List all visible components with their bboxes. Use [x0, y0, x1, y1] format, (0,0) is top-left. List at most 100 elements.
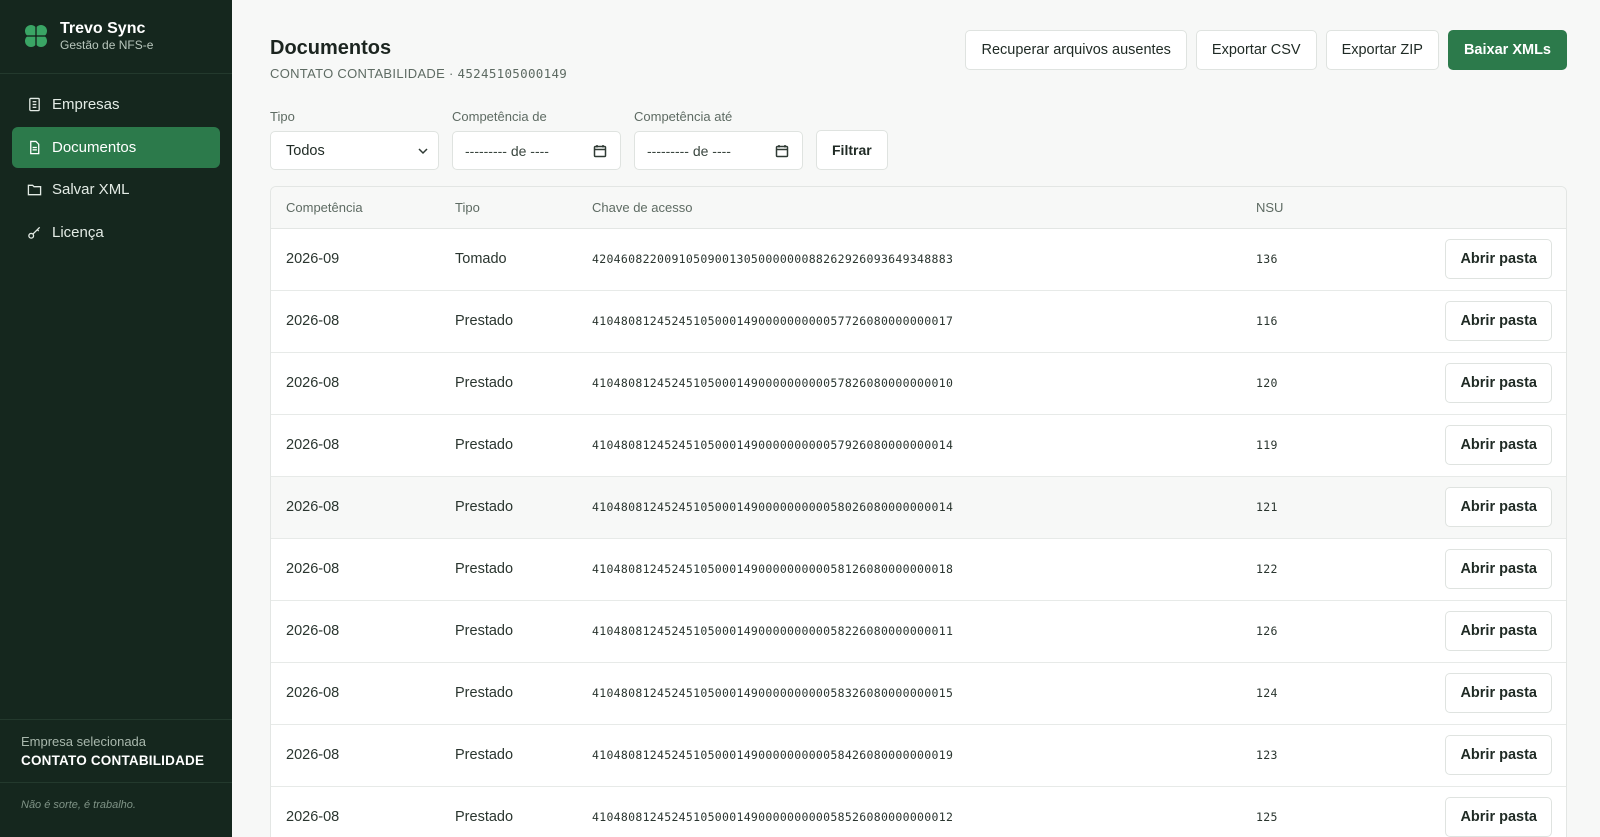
calendar-icon[interactable] — [775, 144, 789, 158]
cell-tipo: Prestado — [440, 352, 577, 415]
cell-competencia: 2026-08 — [271, 724, 440, 787]
sidebar-item-label: Documentos — [52, 138, 137, 156]
cell-actions: Abrir pasta — [1361, 600, 1566, 663]
brand-name: Trevo Sync — [60, 20, 146, 37]
cell-chave: 4104808124524510500014900000000005812608… — [577, 538, 1241, 601]
page-title: Documentos — [270, 37, 392, 59]
table-row[interactable]: 2026-08 Prestado 4104808124524510500014900… — [271, 290, 1566, 353]
cell-nsu: 126 — [1241, 600, 1361, 663]
open-folder-button[interactable]: Abrir pasta — [1445, 735, 1552, 775]
open-folder-button[interactable]: Abrir pasta — [1445, 363, 1552, 403]
cell-actions: Abrir pasta — [1361, 786, 1566, 837]
selected-company-label: Empresa selecionada — [21, 734, 147, 749]
cell-nsu: 116 — [1241, 290, 1361, 353]
sidebar-nav: Empresas Documentos Salvar XML Licença — [0, 74, 232, 719]
cell-tipo: Prestado — [440, 600, 577, 663]
table-row[interactable]: 2026-08 Prestado 4104808124524510500014900… — [271, 538, 1566, 601]
cell-nsu: 119 — [1241, 414, 1361, 477]
sidebar-item-label: Empresas — [52, 96, 120, 113]
comp-to-input[interactable]: --------- de ---- — [634, 131, 803, 170]
cell-actions: Abrir pasta — [1361, 538, 1566, 601]
tipo-select[interactable]: Todos — [270, 131, 439, 170]
cell-chave: 4204608220091050900130500000008826292609… — [577, 228, 1241, 291]
company-name: CONTATO CONTABILIDADE — [270, 66, 446, 81]
export-zip-button[interactable]: Exportar ZIP — [1325, 30, 1439, 70]
comp-from-input[interactable]: --------- de ---- — [452, 131, 621, 170]
comp-to-label: Competência até — [634, 109, 733, 124]
header-nsu[interactable]: NSU — [1241, 187, 1361, 229]
download-xml-button[interactable]: Baixar XMLs — [1447, 30, 1567, 70]
open-folder-button[interactable]: Abrir pasta — [1445, 301, 1552, 341]
recover-files-button[interactable]: Recuperar arquivos ausentes — [965, 30, 1187, 70]
table-row[interactable]: 2026-08 Prestado 4104808124524510500014900… — [271, 662, 1566, 725]
cell-actions: Abrir pasta — [1361, 724, 1566, 787]
cell-actions: Abrir pasta — [1361, 662, 1566, 725]
cell-chave: 4104808124524510500014900000000005802608… — [577, 476, 1241, 539]
table-row[interactable]: 2026-08 Prestado 4104808124524510500014900… — [271, 724, 1566, 787]
brand: Trevo Sync Gestão de NFS-e — [0, 0, 232, 74]
cell-chave: 4104808124524510500014900000000005852608… — [577, 786, 1241, 837]
selected-company-value: CONTATO CONTABILIDADE — [21, 753, 205, 768]
export-csv-button[interactable]: Exportar CSV — [1195, 30, 1317, 70]
folder-icon — [26, 182, 42, 198]
sidebar-item-documentos[interactable]: Documentos — [12, 126, 220, 168]
header-actions: Recuperar arquivos ausentes Exportar CSV… — [965, 30, 1567, 70]
cell-competencia: 2026-08 — [271, 786, 440, 837]
cell-tipo: Prestado — [440, 724, 577, 787]
cell-nsu: 136 — [1241, 228, 1361, 291]
cell-tipo: Prestado — [440, 290, 577, 353]
cell-chave: 4104808124524510500014900000000005822608… — [577, 600, 1241, 663]
cell-nsu: 124 — [1241, 662, 1361, 725]
comp-to-value: --------- de ---- — [647, 142, 731, 159]
cell-actions: Abrir pasta — [1361, 476, 1566, 539]
documents-table: Competência Tipo Chave de acesso NSU 202… — [270, 186, 1567, 837]
header-chave[interactable]: Chave de acesso — [577, 187, 1241, 229]
sidebar-item-licenca[interactable]: Licença — [12, 212, 220, 253]
tipo-select-value: Todos — [286, 142, 325, 159]
cell-tipo: Prestado — [440, 414, 577, 477]
filter-bar: Tipo Todos Competência de --------- de -… — [270, 109, 1567, 170]
calendar-icon[interactable] — [593, 144, 607, 158]
header-competencia[interactable]: Competência — [271, 187, 440, 229]
cell-tipo: Prestado — [440, 476, 577, 539]
document-icon — [26, 139, 42, 155]
cell-competencia: 2026-08 — [271, 476, 440, 539]
sidebar-item-empresas[interactable]: Empresas — [12, 84, 220, 125]
open-folder-button[interactable]: Abrir pasta — [1445, 425, 1552, 465]
cell-competencia: 2026-08 — [271, 538, 440, 601]
motto: Não é sorte, é trabalho. — [0, 782, 232, 837]
open-folder-button[interactable]: Abrir pasta — [1445, 673, 1552, 713]
sidebar-item-label: Licença — [52, 223, 104, 241]
building-icon — [26, 97, 42, 113]
cell-actions: Abrir pasta — [1361, 228, 1566, 291]
cell-chave: 4104808124524510500014900000000005782608… — [577, 352, 1241, 415]
chevron-down-icon — [418, 147, 428, 154]
open-folder-button[interactable]: Abrir pasta — [1445, 239, 1552, 279]
table-row[interactable]: 2026-08 Prestado 4104808124524510500014900… — [271, 600, 1566, 663]
sidebar: Trevo Sync Gestão de NFS-e Empresas Docu… — [0, 0, 232, 837]
table-row[interactable]: 2026-08 Prestado 4104808124524510500014900… — [271, 414, 1566, 477]
open-folder-button[interactable]: Abrir pasta — [1445, 797, 1552, 837]
header-tipo[interactable]: Tipo — [440, 187, 577, 229]
tipo-label: Tipo — [270, 109, 295, 124]
cell-nsu: 123 — [1241, 724, 1361, 787]
open-folder-button[interactable]: Abrir pasta — [1445, 611, 1552, 651]
table-row[interactable]: 2026-08 Prestado 4104808124524510500014900… — [271, 786, 1566, 837]
table-row[interactable]: 2026-09 Tomado 420460822009105090013050000… — [271, 228, 1566, 291]
cell-competencia: 2026-09 — [271, 228, 440, 291]
main-content: Documentos CONTATO CONTABILIDADE · 45245… — [232, 0, 1600, 837]
open-folder-button[interactable]: Abrir pasta — [1445, 549, 1552, 589]
cell-nsu: 120 — [1241, 352, 1361, 415]
cell-chave: 4104808124524510500014900000000005832608… — [577, 662, 1241, 725]
open-folder-button[interactable]: Abrir pasta — [1445, 487, 1552, 527]
cell-nsu: 122 — [1241, 538, 1361, 601]
page-header: Documentos CONTATO CONTABILIDADE · 45245… — [270, 0, 1567, 81]
sidebar-item-salvar-xml[interactable]: Salvar XML — [12, 169, 220, 210]
table-row[interactable]: 2026-08 Prestado 4104808124524510500014900… — [271, 352, 1566, 415]
cell-nsu: 125 — [1241, 786, 1361, 837]
brand-subtitle: Gestão de NFS-e — [60, 38, 154, 52]
cell-chave: 4104808124524510500014900000000005772608… — [577, 290, 1241, 353]
table-header-row: Competência Tipo Chave de acesso NSU — [271, 187, 1566, 229]
filter-button[interactable]: Filtrar — [816, 130, 888, 170]
table-row[interactable]: 2026-08 Prestado 4104808124524510500014900… — [271, 476, 1566, 539]
